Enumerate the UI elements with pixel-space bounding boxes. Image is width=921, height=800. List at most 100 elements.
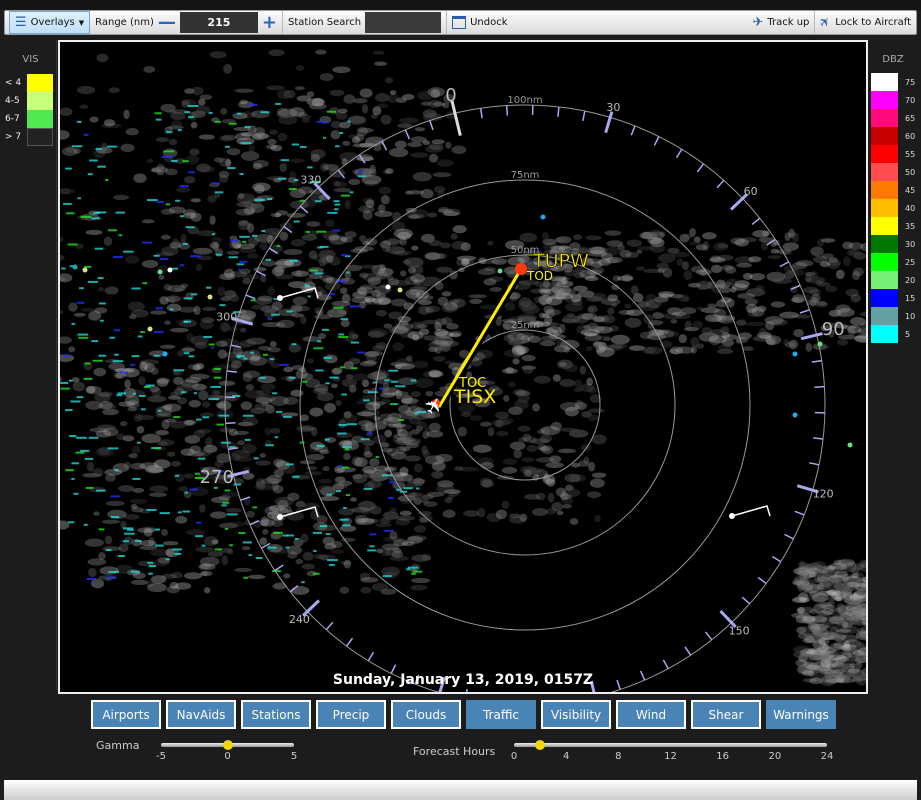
echo-cell (271, 313, 280, 316)
layer-button-clouds[interactable]: Clouds (391, 700, 461, 729)
range-increase-button[interactable]: + (262, 13, 277, 32)
echo (184, 420, 195, 427)
echo (425, 252, 445, 260)
dbz-legend-row: 30 (871, 235, 918, 253)
station-marker[interactable] (817, 341, 823, 347)
station-marker[interactable] (147, 326, 153, 332)
station-marker[interactable] (792, 412, 798, 418)
station-marker[interactable] (72, 264, 78, 270)
layer-button-wind[interactable]: Wind (616, 700, 686, 729)
layer-buttons: Airports NavAids Stations Precip Clouds Traff… (91, 700, 836, 729)
echo (408, 535, 427, 541)
echo (508, 337, 528, 345)
echo (219, 322, 231, 333)
station-marker[interactable] (157, 269, 163, 275)
echo-cell (289, 259, 299, 262)
echo (791, 597, 810, 604)
radar-map[interactable]: 25nm50nm75nm100nm03060901201501802102402… (58, 40, 868, 694)
compass-heading-label: 90 (822, 319, 845, 340)
station-marker[interactable] (162, 351, 168, 357)
echo-cell (381, 474, 393, 477)
echo (177, 350, 184, 357)
station-marker[interactable] (540, 214, 546, 220)
echo (410, 429, 421, 435)
layer-button-airports[interactable]: Airports (91, 700, 161, 729)
echo-cell (142, 241, 153, 244)
station-marker[interactable] (397, 287, 403, 293)
echo (410, 399, 417, 409)
range-decrease-button[interactable]: — (158, 13, 176, 32)
echo (156, 377, 170, 384)
echo (399, 466, 409, 476)
station-marker[interactable] (82, 267, 88, 273)
echo-cell (239, 173, 244, 176)
station-marker[interactable] (497, 268, 503, 274)
layer-button-warnings[interactable]: Warnings (766, 700, 836, 729)
echo (842, 241, 854, 250)
station-marker[interactable] (385, 284, 391, 290)
echo (650, 229, 662, 236)
lock-to-aircraft-button[interactable]: ✈ Lock to Aircraft (815, 11, 916, 34)
layer-button-navaids[interactable]: NavAids (166, 700, 236, 729)
layer-button-stations[interactable]: Stations (241, 700, 311, 729)
echo (287, 551, 298, 559)
echo (380, 114, 392, 125)
echo (373, 50, 385, 55)
range-value[interactable]: 215 (179, 12, 258, 33)
overlays-button[interactable]: ☰ Overlays ▼ (9, 11, 91, 34)
echo-cell (293, 220, 300, 223)
echo (363, 360, 378, 365)
gamma-slider[interactable]: -5 0 5 (156, 740, 297, 762)
echo-cell (299, 146, 307, 149)
echo (683, 270, 693, 281)
echo (360, 586, 372, 594)
dbz-legend-row: 5 (871, 325, 918, 343)
station-marker[interactable] (207, 294, 213, 300)
echo (192, 247, 213, 255)
station-search-input[interactable] (365, 12, 442, 33)
echo-cell (411, 572, 416, 575)
destination-marker[interactable] (515, 263, 527, 275)
echo (68, 302, 78, 312)
echo-cell (87, 173, 93, 176)
compass-heading-label: 330 (300, 173, 321, 186)
echo (411, 245, 419, 251)
forecast-hours-slider[interactable]: 0 4 8 12 16 20 24 (511, 740, 833, 762)
station-marker[interactable] (792, 351, 798, 357)
layer-button-shear[interactable]: Shear (691, 700, 761, 729)
layer-button-traffic[interactable]: Traffic (466, 700, 536, 729)
echo-cell (340, 318, 349, 321)
echo (363, 451, 373, 458)
layer-button-visibility[interactable]: Visibility (541, 700, 611, 729)
track-up-button[interactable]: ✈ Track up (747, 11, 816, 34)
echo (853, 602, 866, 607)
echo-cell (107, 145, 118, 148)
station-marker[interactable] (847, 442, 853, 448)
echo (271, 301, 283, 311)
echo-cell (375, 456, 380, 459)
echo (267, 286, 276, 296)
echo-cell (216, 423, 224, 426)
echo (161, 419, 170, 430)
echo-cell (243, 576, 248, 579)
slider-thumb[interactable] (222, 740, 233, 750)
slider-thumb[interactable] (535, 740, 546, 750)
echo (442, 509, 456, 519)
station-marker[interactable] (167, 267, 173, 273)
echo (530, 438, 550, 445)
echo (198, 134, 215, 140)
layer-button-precip[interactable]: Precip (316, 700, 386, 729)
echo-cell (229, 544, 233, 547)
echo (244, 389, 265, 399)
undock-button[interactable]: Undock (447, 11, 747, 34)
echo-cell (224, 489, 231, 492)
echo (276, 89, 291, 100)
echo (246, 510, 256, 518)
echo (607, 294, 619, 302)
compass-heading-label: 60 (744, 185, 758, 198)
echo (160, 208, 175, 215)
dbz-legend-label: 10 (905, 311, 916, 321)
echo (382, 382, 390, 392)
radar-display[interactable]: 25nm50nm75nm100nm03060901201501802102402… (60, 42, 866, 692)
vis-legend-label: < 4 (5, 78, 22, 88)
